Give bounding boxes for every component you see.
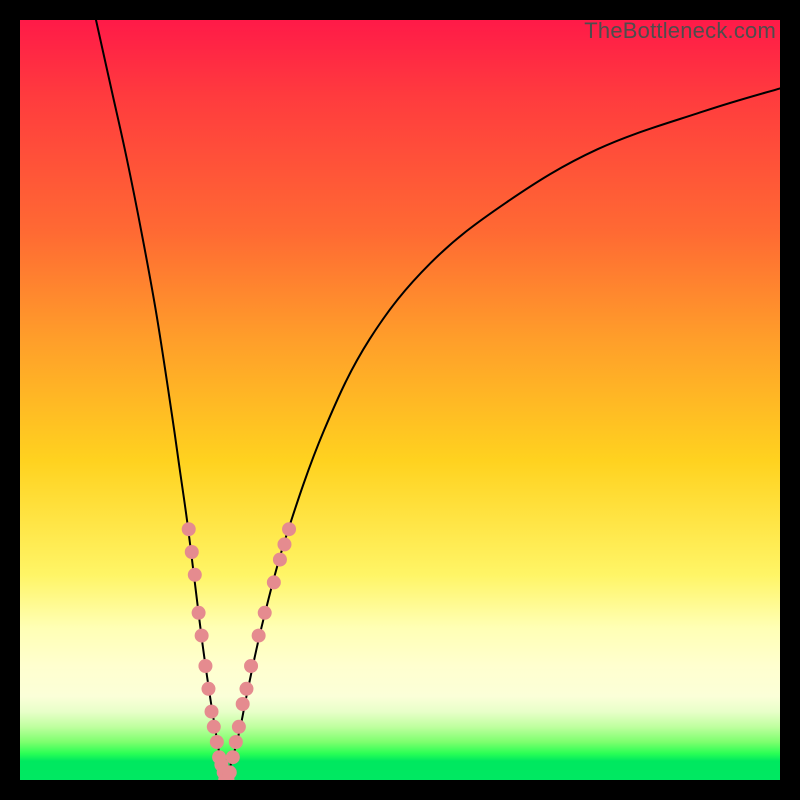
highlight-dot — [229, 735, 243, 749]
highlight-dot — [210, 735, 224, 749]
highlight-dot — [232, 720, 246, 734]
highlight-dot — [223, 765, 237, 779]
highlight-dot — [201, 682, 215, 696]
highlight-dot — [267, 575, 281, 589]
highlight-dot — [226, 750, 240, 764]
highlight-dot — [207, 720, 221, 734]
highlight-dot — [195, 629, 209, 643]
highlight-dot — [205, 705, 219, 719]
chart-frame: TheBottleneck.com — [20, 20, 780, 780]
highlight-dot — [244, 659, 258, 673]
chart-svg — [20, 20, 780, 780]
highlight-markers — [182, 522, 296, 780]
highlight-dot — [277, 537, 291, 551]
highlight-dot — [252, 629, 266, 643]
highlight-dot — [192, 606, 206, 620]
highlight-dot — [198, 659, 212, 673]
highlight-dot — [236, 697, 250, 711]
highlight-dot — [282, 522, 296, 536]
highlight-dot — [185, 545, 199, 559]
highlight-dot — [188, 568, 202, 582]
highlight-dot — [273, 553, 287, 567]
highlight-dot — [258, 606, 272, 620]
highlight-dot — [239, 682, 253, 696]
highlight-dot — [182, 522, 196, 536]
watermark-text: TheBottleneck.com — [584, 18, 776, 44]
